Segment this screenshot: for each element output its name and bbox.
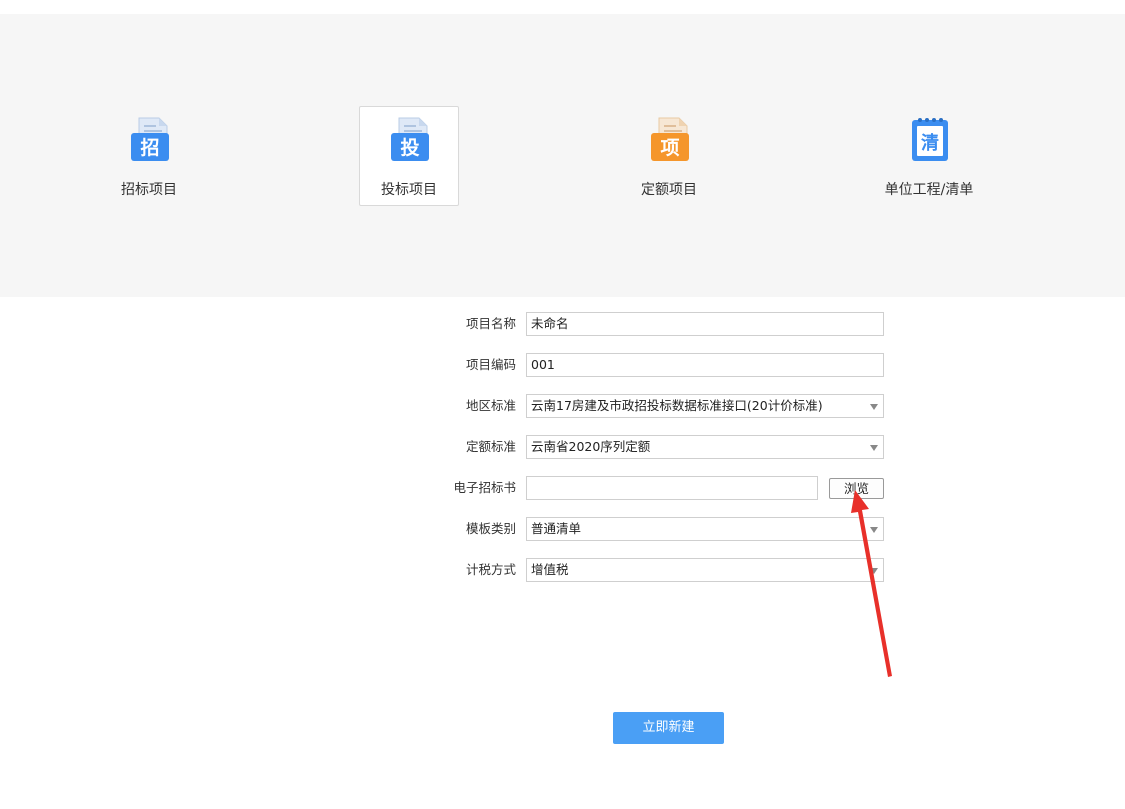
project-name-label: 项目名称 — [465, 316, 516, 331]
type-card-toubiao[interactable]: 投 投标项目 — [359, 106, 459, 206]
dropdown-caret-icon — [870, 404, 878, 410]
type-card-zhaobiao[interactable]: 招 招标项目 — [99, 106, 199, 206]
svg-text:招: 招 — [140, 136, 159, 159]
template-type-label: 模板类别 — [465, 521, 516, 536]
type-label: 单位工程/清单 — [884, 182, 974, 198]
project-type-panel: 招 招标项目 投 投标项目 项 定额项目 清 单位工程/清单 — [0, 14, 1125, 297]
project-code-label: 项目编码 — [465, 357, 516, 372]
type-label: 投标项目 — [381, 182, 437, 198]
dropdown-caret-icon — [870, 527, 878, 533]
type-label: 定额项目 — [641, 182, 697, 198]
create-now-button[interactable]: 立即新建 — [613, 712, 724, 744]
tender-doc-input[interactable] — [526, 476, 818, 500]
dropdown-caret-icon — [870, 445, 878, 451]
region-standard-select[interactable]: 云南17房建及市政招投标数据标准接口(20计价标准) — [526, 394, 884, 418]
project-name-input[interactable]: 未命名 — [526, 312, 884, 336]
dropdown-caret-icon — [870, 568, 878, 574]
svg-text:清: 清 — [921, 133, 939, 154]
xiang-file-icon: 项 — [651, 117, 689, 161]
svg-text:投: 投 — [400, 136, 419, 159]
template-type-value: 普通清单 — [531, 521, 582, 536]
svg-text:项: 项 — [660, 137, 679, 159]
project-code-input[interactable]: 001 — [526, 353, 884, 377]
tou-file-icon: 投 — [391, 117, 429, 161]
zhao-file-icon: 招 — [131, 117, 169, 161]
tax-method-label: 计税方式 — [465, 562, 516, 577]
tax-method-value: 增值税 — [531, 562, 569, 577]
quota-standard-value: 云南省2020序列定额 — [531, 439, 651, 454]
type-card-dinge[interactable]: 项 定额项目 — [619, 106, 719, 206]
type-card-danwei-qingdan[interactable]: 清 单位工程/清单 — [879, 106, 979, 206]
quota-standard-select[interactable]: 云南省2020序列定额 — [526, 435, 884, 459]
browse-button[interactable]: 浏览 — [829, 478, 884, 499]
tender-doc-label: 电子招标书 — [453, 480, 516, 495]
type-label: 招标项目 — [121, 182, 177, 198]
region-standard-label: 地区标准 — [465, 398, 516, 413]
tax-method-select[interactable]: 增值税 — [526, 558, 884, 582]
quota-standard-label: 定额标准 — [465, 439, 516, 454]
region-standard-value: 云南17房建及市政招投标数据标准接口(20计价标准) — [531, 398, 823, 413]
template-type-select[interactable]: 普通清单 — [526, 517, 884, 541]
qing-notebook-icon: 清 — [912, 118, 948, 161]
